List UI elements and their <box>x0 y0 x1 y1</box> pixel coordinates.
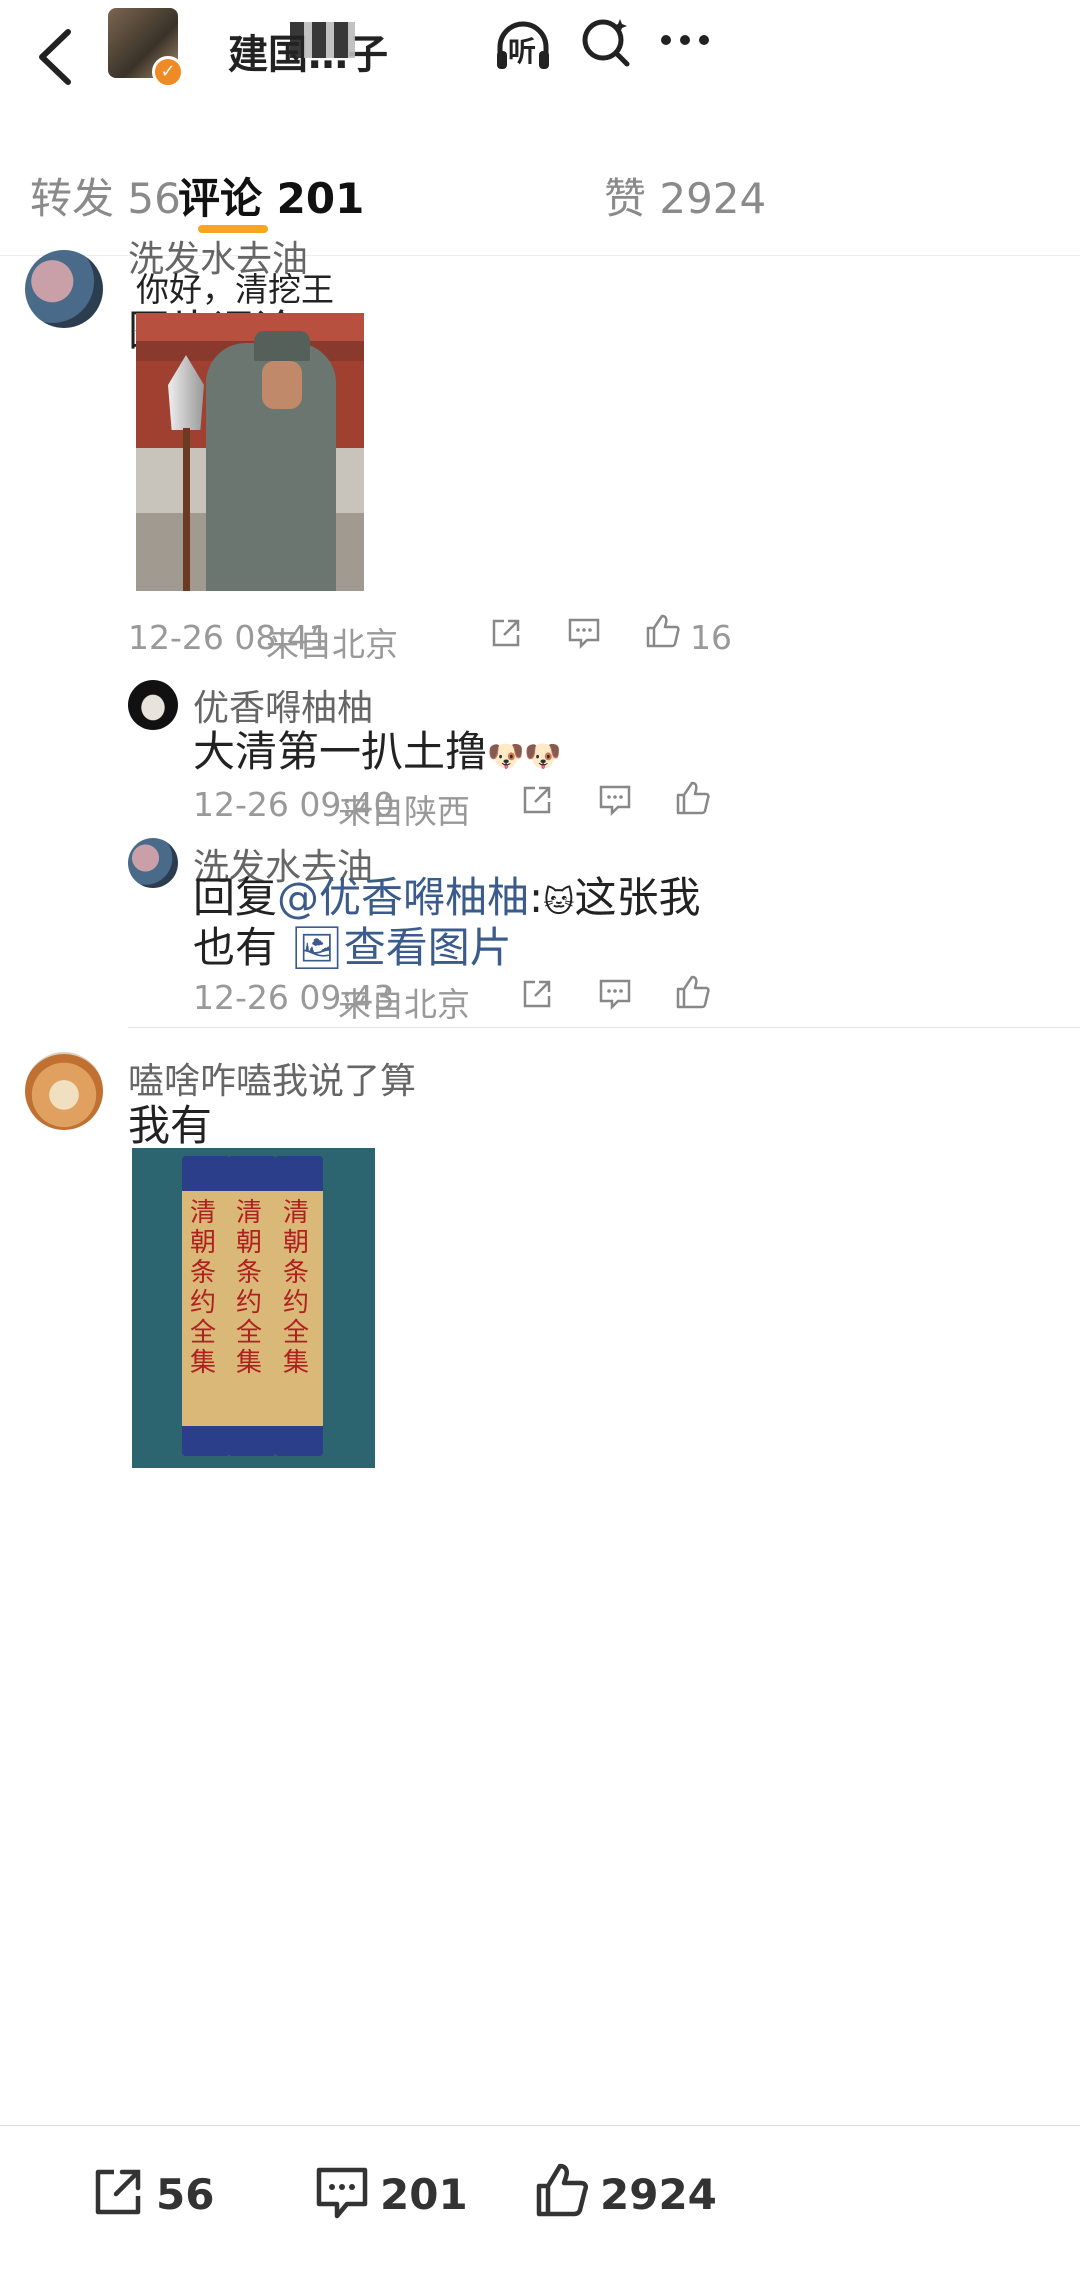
forward-icon[interactable] <box>92 2166 144 2218</box>
top-nav-bar: ✓ 建国…子 听 <box>0 0 1080 126</box>
soldier-face <box>262 361 302 409</box>
soldier-cap <box>254 331 310 361</box>
bottom-action-bar: 56 201 2924 <box>0 2125 1080 2288</box>
commenter-avatar[interactable] <box>25 250 103 328</box>
search-icon[interactable] <box>580 16 632 68</box>
shovel-handle <box>183 428 190 591</box>
reply-location: 来自陕西 <box>338 792 470 831</box>
reply-avatar[interactable] <box>128 680 178 730</box>
book-title: 清朝条约全集 <box>236 1198 263 1378</box>
like-icon[interactable] <box>675 780 711 816</box>
tab-comments[interactable]: 评论 201 <box>178 165 364 226</box>
book-spine: 清朝条约全集 <box>182 1156 230 1456</box>
cat-emoji: 🐱 <box>543 885 575 920</box>
verified-badge-icon: ✓ <box>152 56 184 88</box>
listen-headphone-icon[interactable]: 听 <box>492 15 554 77</box>
listen-label: 听 <box>508 35 537 68</box>
reply-text: 大清第一扒土撸🐶🐶 <box>193 718 562 779</box>
comment-item: 洗发水去油 图片评论 你好，清挖王子 12-26 08:41 来自北京 16 优… <box>0 239 1080 1030</box>
like-thumb-icon[interactable] <box>535 2162 589 2218</box>
mention-link[interactable]: @优香嘚柚柚 <box>277 873 529 922</box>
image-photo <box>136 313 364 591</box>
reply-colon: : <box>529 873 544 922</box>
name-mosaic <box>290 22 355 58</box>
comment-image[interactable]: 清朝条约全集 清朝条约全集 清朝条约全集 <box>132 1148 375 1468</box>
comment-item: 嗑啥咋嗑我说了算 我有 清朝条约全集 清朝条约全集 清朝条约全集 <box>0 1040 1080 2125</box>
reply-icon[interactable] <box>598 784 632 816</box>
view-image-label: 查看图片 <box>343 923 512 972</box>
comment-text: 我有 <box>128 1101 213 1150</box>
reply-text: 回复@优香嘚柚柚:🐱这张我也有 🖼查看图片 <box>193 875 713 970</box>
tab-forward[interactable]: 转发 56 <box>30 165 181 226</box>
share-icon[interactable] <box>521 784 553 816</box>
like-count: 16 <box>690 618 732 657</box>
more-options-icon[interactable] <box>660 32 710 48</box>
reply-avatar[interactable] <box>128 838 178 888</box>
book-title: 清朝条约全集 <box>190 1198 217 1378</box>
image-icon: 🖼 <box>290 923 344 972</box>
commenter-avatar[interactable] <box>25 1052 103 1130</box>
forward-count[interactable]: 56 <box>156 2170 214 2219</box>
comment-count[interactable]: 201 <box>380 2170 468 2219</box>
reply-icon[interactable] <box>598 978 632 1010</box>
like-count[interactable]: 2924 <box>600 2170 717 2219</box>
reply-text-body: 大清第一扒土撸 <box>193 727 488 776</box>
comment-location: 来自北京 <box>266 625 398 664</box>
reply-prefix: 回复 <box>193 873 278 922</box>
book-spine: 清朝条约全集 <box>275 1156 323 1456</box>
book-title: 清朝条约全集 <box>283 1198 310 1378</box>
like-icon[interactable] <box>675 974 711 1010</box>
reply-icon[interactable] <box>567 617 601 649</box>
reply-location: 来自北京 <box>338 985 470 1024</box>
share-icon[interactable] <box>521 978 553 1010</box>
book-spine: 清朝条约全集 <box>228 1156 276 1456</box>
doge-emoji: 🐶🐶 <box>487 739 562 774</box>
like-icon[interactable] <box>645 613 681 649</box>
share-icon[interactable] <box>490 617 522 649</box>
tab-likes[interactable]: 赞 2924 <box>604 165 766 226</box>
divider <box>128 1027 1080 1028</box>
view-image-link[interactable]: 🖼查看图片 <box>290 923 511 972</box>
back-arrow-icon[interactable] <box>30 22 80 92</box>
comment-icon[interactable] <box>315 2166 369 2220</box>
shovel-blade <box>168 355 204 430</box>
